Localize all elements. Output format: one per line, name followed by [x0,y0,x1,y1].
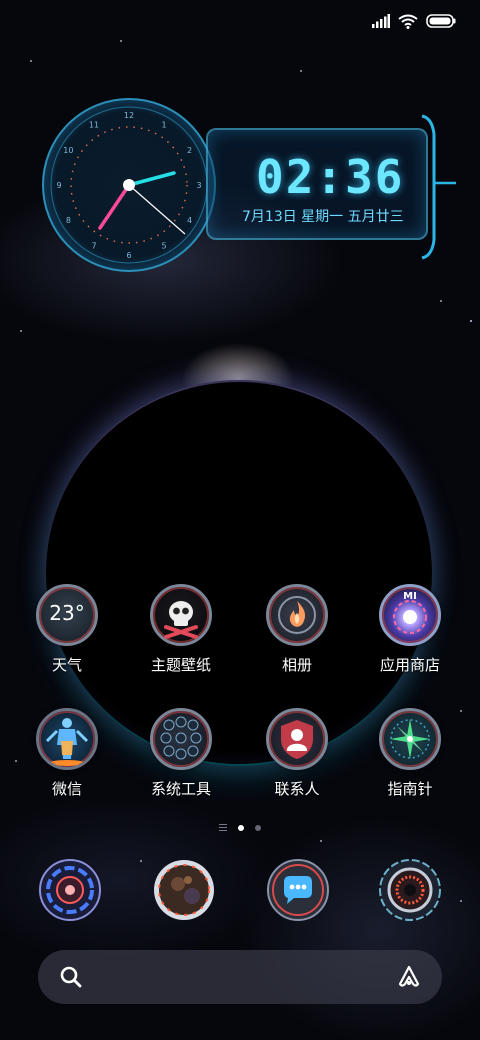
assistant-icon[interactable] [396,964,422,990]
dial-number: 6 [126,251,131,260]
skull-crossbones-icon [150,584,212,646]
app-themes[interactable]: 主题壁纸 [133,584,229,694]
battery-icon [426,14,456,28]
dial-number: 4 [187,216,192,225]
app-store[interactable]: MI 应用商店 [362,584,458,694]
analog-clock: 121234567891011 [42,98,216,272]
app-weather[interactable]: 23° 天气 [19,584,115,694]
signal-icon [372,14,390,28]
tools-folder-icon [150,708,212,770]
messages-app-icon[interactable] [266,858,330,922]
page-list-icon [219,824,227,831]
camera-app-icon[interactable] [378,858,442,922]
bracket-decoration [421,114,456,260]
dial-number: 1 [161,120,166,129]
app-label: 天气 [51,656,82,674]
app-label: 联系人 [274,780,320,798]
contacts-shield-icon [266,708,328,770]
app-label: 系统工具 [150,780,211,798]
dial-number: 2 [187,146,192,155]
app-system-tools[interactable]: 系统工具 [133,708,229,818]
wifi-icon [398,14,418,29]
dial-number: 11 [89,120,99,129]
search-bar[interactable] [38,950,442,1004]
weather-icon: 23° [36,584,98,646]
weather-temperature: 23° [49,601,85,625]
app-wechat[interactable]: 微信 [19,708,115,818]
search-input[interactable] [94,962,378,994]
phone-app-icon[interactable] [38,858,102,922]
gallery-flame-icon [266,584,328,646]
body-scan-icon [36,708,98,770]
dial-number: 7 [91,242,96,251]
search-icon[interactable] [58,964,84,990]
app-store-icon: MI [379,584,441,646]
app-label: 相册 [281,656,312,674]
status-bar [372,10,456,32]
app-contacts[interactable]: 联系人 [249,708,345,818]
browser-app-icon[interactable] [152,858,216,922]
app-gallery[interactable]: 相册 [249,584,345,694]
dial-number: 8 [66,216,71,225]
compass-icon [379,708,441,770]
app-label: 指南针 [387,780,433,798]
dial-number: 9 [56,181,61,190]
page-dot-active [238,824,244,831]
dial-number: 5 [161,242,166,251]
date-text: 7月13日 星期一 五月廿三 [242,209,404,225]
digital-time: 02:36 [256,150,405,204]
page-indicator[interactable] [219,824,261,831]
page-dot [255,824,261,831]
dial-number: 3 [196,181,201,190]
app-compass[interactable]: 指南针 [362,708,458,818]
app-label: 应用商店 [379,656,440,674]
app-label: 主题壁纸 [150,656,211,674]
dial-number: 10 [63,146,73,155]
app-label: 微信 [51,780,82,798]
dial-number: 12 [124,111,134,120]
